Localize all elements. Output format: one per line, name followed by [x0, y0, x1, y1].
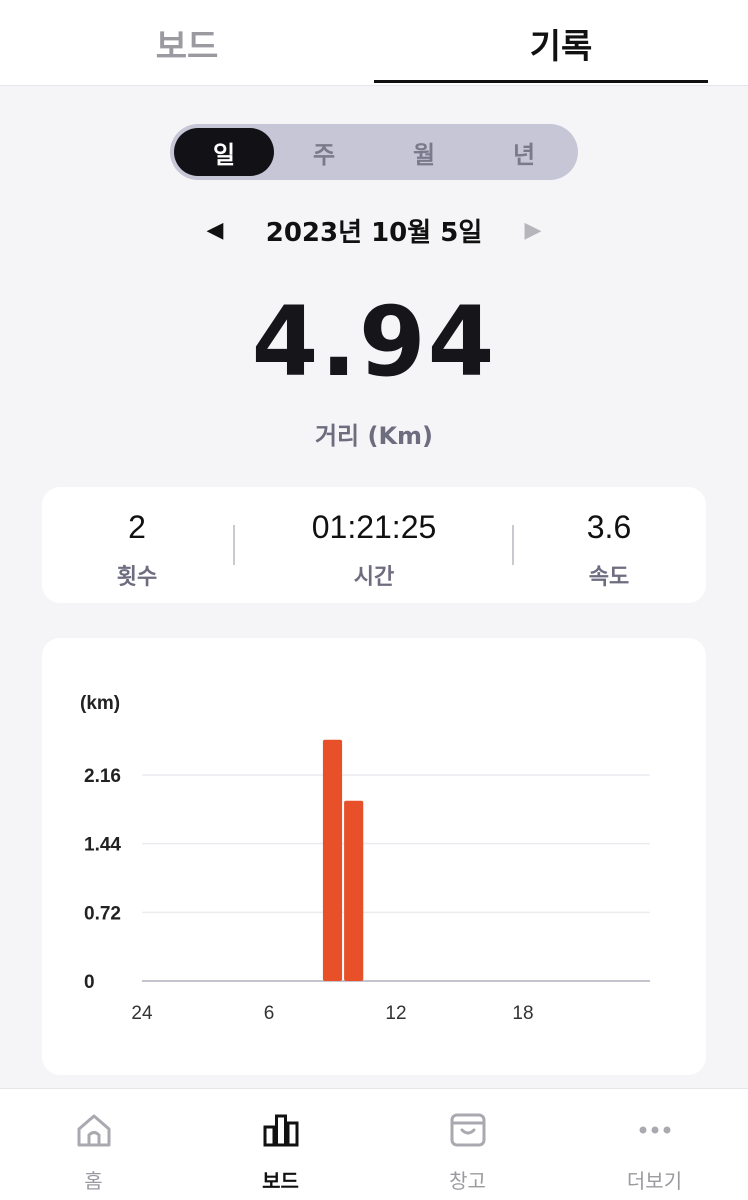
- active-tab-indicator: [374, 80, 708, 83]
- x-tick-label: 24: [131, 1003, 153, 1024]
- y-tick-label: 0: [84, 972, 95, 993]
- y-tick-label: 0.72: [84, 903, 121, 924]
- period-day[interactable]: 일: [174, 128, 274, 176]
- x-tick-label: 18: [512, 1003, 533, 1024]
- distance-chart-card: (km) 0 0.72 1.44 2.16 24 6 12 18: [42, 638, 706, 1075]
- stats-card: 2 횟수 01:21:25 시간 3.6 속도: [42, 487, 706, 603]
- y-tick-label: 2.16: [84, 766, 121, 787]
- nav-storage[interactable]: 창고: [374, 1089, 561, 1200]
- stat-time: 01:21:25 시간: [279, 487, 469, 603]
- period-selector: 일 주 월 년: [170, 124, 578, 180]
- date-navigator: ◀ 2023년 10월 5일 ▶: [0, 210, 748, 250]
- stat-count-label: 횟수: [116, 565, 158, 590]
- stat-speed-label: 속도: [588, 565, 630, 590]
- distance-label: 거리 (Km): [314, 422, 434, 450]
- period-year[interactable]: 년: [474, 128, 574, 176]
- nav-home[interactable]: 홈: [0, 1089, 187, 1200]
- stat-speed: 3.6 속도: [514, 487, 704, 603]
- distance-bar-chart: 0 0.72 1.44 2.16 24 6 12 18: [84, 739, 650, 1024]
- period-week[interactable]: 주: [274, 128, 374, 176]
- x-tick-label: 6: [264, 1003, 275, 1024]
- tab-records[interactable]: 기록: [374, 0, 748, 86]
- triangle-left-icon[interactable]: ◀: [200, 210, 230, 250]
- nav-board[interactable]: 보드: [187, 1089, 374, 1200]
- nav-more[interactable]: 더보기: [561, 1089, 748, 1200]
- stat-time-value: 01:21:25: [311, 509, 437, 545]
- y-tick-label: 1.44: [84, 835, 121, 856]
- chart-bar[interactable]: [344, 800, 364, 981]
- nav-storage-label: 창고: [449, 1169, 486, 1193]
- stat-count-value: 2: [128, 509, 146, 545]
- triangle-right-icon[interactable]: ▶: [518, 210, 548, 250]
- current-date: 2023년 10월 5일: [265, 217, 483, 248]
- stat-time-label: 시간: [353, 565, 395, 590]
- more-dots-icon: [639, 1126, 671, 1134]
- top-tab-bar: 보드 기록: [0, 0, 748, 86]
- nav-board-label: 보드: [262, 1169, 299, 1193]
- nav-more-label: 더보기: [626, 1169, 683, 1193]
- nav-home-label: 홈: [84, 1169, 103, 1193]
- x-tick-label: 12: [385, 1003, 406, 1024]
- storage-box-icon: [450, 1113, 486, 1147]
- chart-bar[interactable]: [322, 739, 343, 981]
- period-month[interactable]: 월: [374, 128, 474, 176]
- distance-value: 4.94: [251, 286, 497, 398]
- bar-chart-icon: [263, 1114, 299, 1147]
- tab-board[interactable]: 보드: [0, 0, 374, 86]
- bottom-nav: 홈 보드 창고 더보기: [0, 1088, 748, 1200]
- stat-count: 2 횟수: [42, 487, 232, 603]
- home-icon: [77, 1114, 111, 1147]
- stat-speed-value: 3.6: [586, 509, 632, 545]
- stat-divider: [233, 525, 235, 565]
